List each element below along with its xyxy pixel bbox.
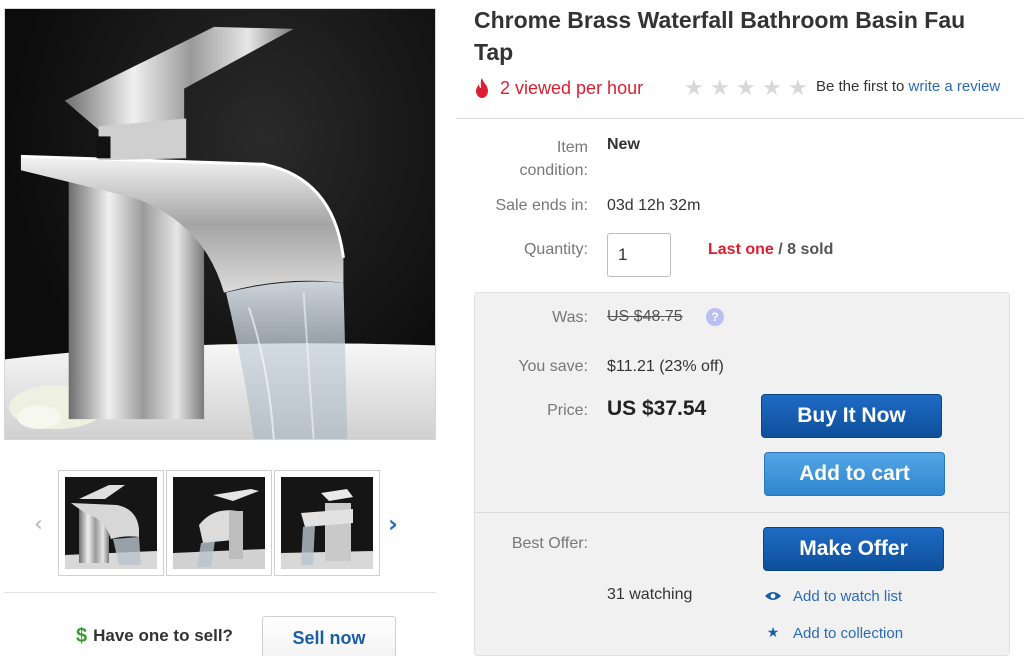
chevron-right-icon[interactable]: › <box>388 510 398 538</box>
chevron-left-icon[interactable]: ‹ <box>34 512 43 537</box>
thumbnail-2[interactable] <box>166 470 272 576</box>
thumbnail-3[interactable] <box>274 470 380 576</box>
fire-icon <box>476 78 488 98</box>
rating-stars[interactable]: ★ ★ ★ ★ ★ <box>684 76 814 101</box>
quantity-label: Quantity: <box>523 241 588 258</box>
divider <box>456 118 1024 119</box>
viewed-indicator: 2 viewed per hour <box>474 76 643 100</box>
review-prompt: Be the first to write a review <box>816 78 1000 95</box>
sell-prompt-text: Have one to sell? <box>93 626 233 645</box>
add-to-watch-list-label: Add to watch list <box>793 587 903 605</box>
dollar-icon: $ <box>76 624 88 647</box>
add-to-cart-button[interactable]: Add to cart <box>764 452 945 496</box>
main-product-image[interactable] <box>4 8 436 440</box>
best-offer-label: Best Offer: <box>511 535 588 552</box>
watching-count: 31 watching <box>607 586 693 603</box>
sell-prompt: $ Have one to sell? <box>76 616 233 656</box>
you-save-value: $11.21 (23% off) <box>607 358 724 375</box>
star-icon: ★ <box>766 625 780 641</box>
info-icon[interactable]: ? <box>706 308 724 326</box>
sale-ends-label: Sale ends in: <box>495 197 588 214</box>
price-label: Price: <box>547 402 588 419</box>
last-one-text: Last one <box>708 241 774 258</box>
eye-icon <box>765 591 781 601</box>
quantity-input[interactable] <box>607 233 671 277</box>
condition-label-line1: Item <box>556 139 588 156</box>
current-price: US $37.54 <box>607 397 707 420</box>
condition-label-line2: condition: <box>519 162 589 179</box>
make-offer-button[interactable]: Make Offer <box>763 527 944 571</box>
buy-it-now-button[interactable]: Buy It Now <box>761 394 942 438</box>
listing-title: Chrome Brass Waterfall Bathroom Basin Fa… <box>474 4 1024 68</box>
thumbnail-strip: ‹ › <box>20 462 420 582</box>
thumbnail-1[interactable] <box>58 470 164 576</box>
divider <box>474 512 1010 513</box>
sold-count: / 8 sold <box>778 241 834 258</box>
condition-label: Item condition: <box>500 136 589 182</box>
sell-now-button[interactable]: Sell now <box>262 616 396 656</box>
listing-title-line1: Chrome Brass Waterfall Bathroom Basin Fa… <box>474 7 966 33</box>
was-label: Was: <box>552 309 588 326</box>
star-icon[interactable]: ★ <box>762 76 788 101</box>
star-icon[interactable]: ★ <box>736 76 762 101</box>
you-save-label: You save: <box>518 358 588 375</box>
thumbnail-faucet-angle <box>173 477 265 569</box>
divider <box>4 592 436 593</box>
thumbnail-faucet-side <box>281 477 373 569</box>
faucet-image <box>5 26 435 439</box>
star-icon[interactable]: ★ <box>710 76 736 101</box>
condition-value: New <box>607 136 640 153</box>
review-prefix: Be the first to <box>816 78 905 95</box>
availability: Last one / 8 sold <box>708 241 833 259</box>
add-to-collection-link[interactable]: ★ Add to collection <box>765 622 903 644</box>
was-price: US $48.75 <box>607 308 683 325</box>
listing-title-line2: Tap <box>474 39 514 65</box>
add-to-collection-label: Add to collection <box>793 624 904 642</box>
sale-ends-value: 03d 12h 32m <box>607 197 701 214</box>
viewed-per-hour: 2 viewed per hour <box>500 77 644 98</box>
star-icon[interactable]: ★ <box>684 76 710 101</box>
write-review-link[interactable]: write a review <box>909 78 1001 95</box>
thumbnail-faucet-front <box>65 477 157 569</box>
add-to-watch-list-link[interactable]: Add to watch list <box>765 585 902 607</box>
star-icon[interactable]: ★ <box>788 76 814 101</box>
